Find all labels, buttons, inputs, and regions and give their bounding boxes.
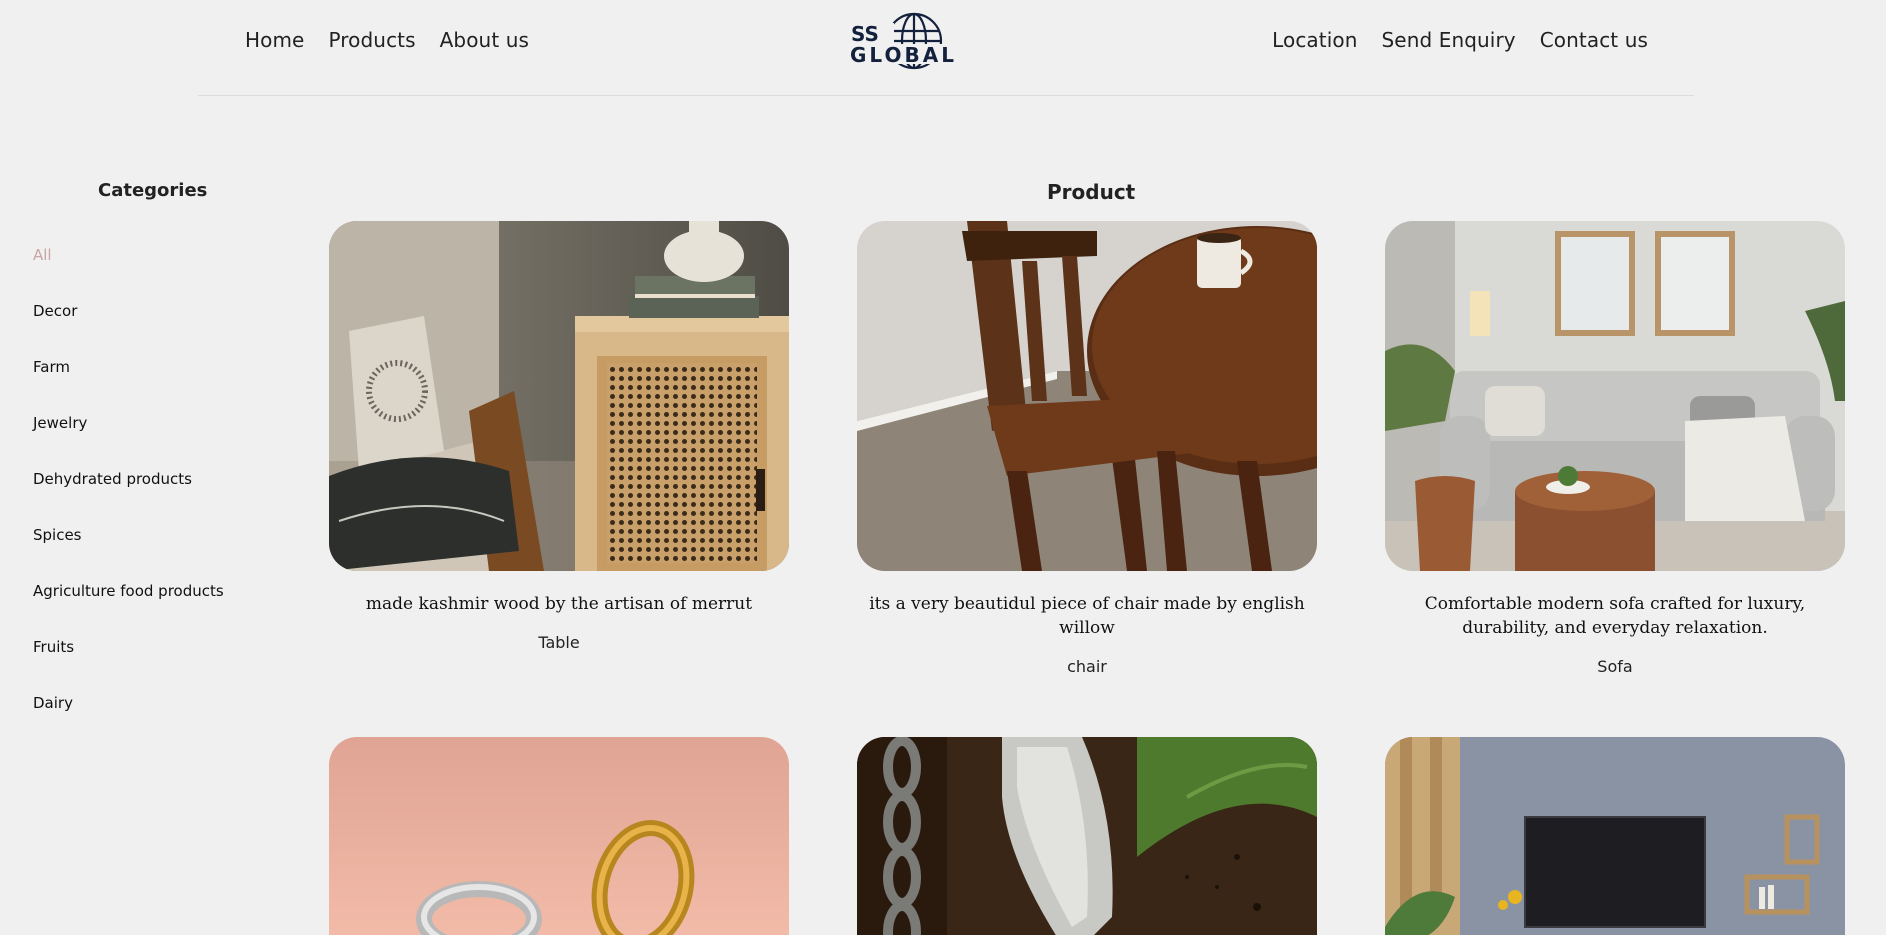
ss-global-logo[interactable]: SS GLOBAL [850, 11, 955, 71]
nav-left: Home Products About us [245, 28, 529, 52]
product-description: its a very beautidul piece of chair made… [869, 594, 1305, 638]
product-heading: Product [1047, 180, 1136, 204]
nav-contact-link[interactable]: Contact us [1540, 28, 1648, 52]
category-spices[interactable]: Spices [33, 526, 224, 582]
category-dairy[interactable]: Dairy [33, 694, 224, 750]
category-dehydrated-products[interactable]: Dehydrated products [33, 470, 224, 526]
nav-about-link[interactable]: About us [440, 28, 529, 52]
product-description: Comfortable modern sofa crafted for luxu… [1424, 594, 1806, 638]
categories-title: Categories [98, 180, 208, 201]
product-name: Table [538, 633, 580, 652]
product-name: Sofa [1597, 657, 1633, 676]
product-card[interactable] [857, 737, 1317, 935]
product-card[interactable]: Comfortable modern sofa crafted for luxu… [1385, 221, 1845, 676]
nav-location-link[interactable]: Location [1272, 28, 1357, 52]
category-agriculture-food-products[interactable]: Agriculture food products [33, 582, 224, 638]
product-name: chair [1067, 657, 1107, 676]
category-farm[interactable]: Farm [33, 358, 224, 414]
site-header: Home Products About us SS GLOBAL Locatio… [0, 0, 1886, 96]
product-description: made kashmir wood by the artisan of merr… [365, 594, 753, 614]
category-jewelry[interactable]: Jewelry [33, 414, 224, 470]
product-card[interactable]: its a very beautidul piece of chair made… [857, 221, 1317, 676]
product-card[interactable] [329, 737, 789, 935]
product-image-chair[interactable] [857, 221, 1317, 571]
product-image-sofa[interactable] [1385, 221, 1845, 571]
nav-send-enquiry-link[interactable]: Send Enquiry [1382, 28, 1516, 52]
product-image-tv-unit[interactable] [1385, 737, 1845, 935]
category-all[interactable]: All [33, 246, 224, 302]
product-image-rings[interactable] [329, 737, 789, 935]
product-image-shovel[interactable] [857, 737, 1317, 935]
product-image-table[interactable] [329, 221, 789, 571]
product-card[interactable] [1385, 737, 1845, 935]
category-fruits[interactable]: Fruits [33, 638, 224, 694]
header-divider [198, 95, 1694, 96]
nav-home-link[interactable]: Home [245, 28, 304, 52]
category-decor[interactable]: Decor [33, 302, 224, 358]
product-card[interactable]: made kashmir wood by the artisan of merr… [329, 221, 789, 652]
nav-right: Location Send Enquiry Contact us [1272, 28, 1648, 52]
category-list: All Decor Farm Jewelry Dehydrated produc… [33, 246, 224, 750]
nav-products-link[interactable]: Products [328, 28, 415, 52]
